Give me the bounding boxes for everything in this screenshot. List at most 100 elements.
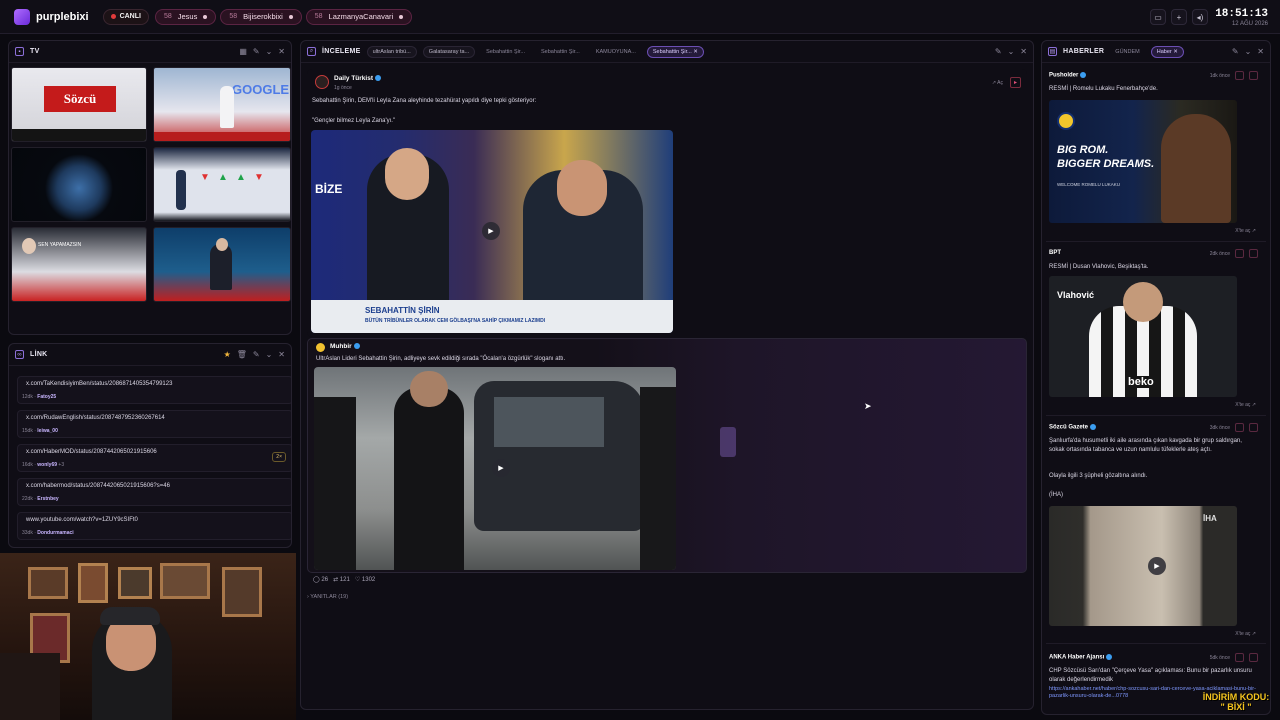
- app-name: purplebixi: [36, 10, 89, 23]
- close-icon[interactable]: ✕: [693, 49, 698, 55]
- chevron-down-icon[interactable]: ⌄: [1008, 47, 1015, 56]
- bell-icon[interactable]: [1235, 653, 1244, 662]
- bookmark-icon[interactable]: [1249, 423, 1258, 432]
- close-icon[interactable]: ✕: [1173, 49, 1178, 55]
- edit-icon[interactable]: ✎: [995, 47, 1002, 56]
- tab[interactable]: ultrAslan tribü...: [366, 45, 417, 58]
- news-source[interactable]: ANKA Haber Ajansı: [1049, 654, 1113, 661]
- tab-gundem[interactable]: GÜNDEM: [1110, 47, 1144, 57]
- link-user[interactable]: Dondurmamaci: [37, 530, 73, 536]
- news-item[interactable]: BPT 2dk önce RESMİ | Dusan Vlahovic, Beş…: [1046, 246, 1266, 416]
- news-image[interactable]: BIG ROM. BIGGER DREAMS. WELCOME ROMELU L…: [1049, 100, 1237, 223]
- link-user[interactable]: wonly69: [37, 462, 57, 468]
- bell-icon[interactable]: [1235, 249, 1244, 258]
- link-url[interactable]: x.com/TaKendisiyimBen/status/20868714053…: [26, 381, 172, 387]
- add-icon[interactable]: +: [1171, 9, 1187, 25]
- link-item[interactable]: x.com/TaKendisiyimBen/status/20868714053…: [17, 376, 291, 404]
- post-video[interactable]: ▶: [314, 367, 676, 570]
- screen-icon[interactable]: ▭: [1150, 9, 1166, 25]
- link-time: 16dk: [22, 462, 33, 468]
- bell-icon[interactable]: [1235, 423, 1244, 432]
- link-item[interactable]: x.com/RudawEnglish/status/20874879523602…: [17, 410, 291, 438]
- close-icon[interactable]: ✕: [1020, 47, 1027, 56]
- news-image[interactable]: İHA ▶: [1049, 506, 1237, 626]
- edit-icon[interactable]: ✎: [253, 350, 260, 359]
- open-on-x-link[interactable]: X'te aç ↗: [1235, 402, 1256, 408]
- trash-icon[interactable]: 🗑: [237, 350, 247, 359]
- link-url[interactable]: x.com/HaberMOD/status/208744206502191560…: [26, 449, 157, 455]
- clock-date: 12 AĞU 2026: [1231, 21, 1268, 27]
- tv-thumb-news[interactable]: [153, 227, 291, 302]
- tv-thumb-earth[interactable]: [11, 147, 147, 222]
- link-time: 12dk: [22, 394, 33, 400]
- close-icon[interactable]: ✕: [278, 47, 285, 56]
- play-icon[interactable]: ▶: [1148, 557, 1166, 575]
- bell-icon[interactable]: [1235, 71, 1244, 80]
- close-icon[interactable]: ✕: [1257, 47, 1264, 56]
- image-sponsor: beko: [1125, 376, 1157, 388]
- tab-haber[interactable]: Haber ✕: [1150, 45, 1184, 58]
- link-user[interactable]: leiwa_00: [37, 428, 58, 434]
- live-badge[interactable]: CANLI: [102, 8, 149, 25]
- edit-icon[interactable]: ✎: [253, 47, 260, 56]
- link-item[interactable]: x.com/HaberMOD/status/208744206502191560…: [17, 444, 291, 472]
- channel-pill-jesus[interactable]: 58 Jesus: [154, 8, 217, 25]
- post-video[interactable]: BİZE SEBAHATTİN ŞİRİN BÜTÜN TRİBÜNLER OL…: [311, 130, 673, 333]
- edit-icon[interactable]: ✎: [1232, 47, 1239, 56]
- reply-icon[interactable]: ◯: [313, 577, 320, 583]
- news-item[interactable]: Sözcü Gazete 3dk önce Şanlıurfa'da husum…: [1046, 420, 1266, 644]
- verified-icon: [1106, 654, 1113, 660]
- chevron-down-icon[interactable]: ⌄: [266, 47, 273, 56]
- like-icon[interactable]: ♡: [355, 577, 360, 583]
- repost-count: 121: [339, 577, 350, 583]
- play-icon[interactable]: ▶: [492, 459, 510, 477]
- tab-active[interactable]: Sebahattin Şir... ✕: [646, 45, 704, 58]
- verified-icon: [1090, 424, 1097, 430]
- bookmark-icon[interactable]: [1249, 653, 1258, 662]
- play-icon[interactable]: ▶: [482, 222, 500, 240]
- news-item[interactable]: Pusholder 1dk önce RESMİ | Romelu Lukaku…: [1046, 68, 1266, 242]
- link-url[interactable]: x.com/RudawEnglish/status/20874879523602…: [26, 415, 165, 421]
- channel-pill-bijiserokbixi[interactable]: 58 Bijiserokbixi: [220, 8, 302, 25]
- tab[interactable]: Sebahattin Şir...: [481, 47, 530, 57]
- discount-code: " BİXİ ": [1220, 702, 1252, 712]
- post-source[interactable]: Daily Türkist: [334, 75, 382, 82]
- tab[interactable]: KAMUOYUNA...: [591, 47, 641, 57]
- tv-thumb-markets[interactable]: ▼ ▲ ▲ ▼: [153, 147, 291, 222]
- chevron-down-icon[interactable]: ⌄: [266, 350, 273, 359]
- tab[interactable]: Galatasaray ta...: [422, 45, 476, 58]
- panel-header: ▪ TV ▦ ✎ ⌄ ✕: [9, 41, 291, 63]
- news-source[interactable]: Pusholder: [1049, 72, 1087, 79]
- bookmark-icon[interactable]: [1249, 71, 1258, 80]
- tv-thumb-studio[interactable]: SEN YAPAMAZSIN: [11, 227, 147, 302]
- bookmark-icon[interactable]: ▸: [1010, 77, 1021, 88]
- channel-pill-lazmanyacanavari[interactable]: 58 LazmanyaCanavari: [305, 8, 413, 25]
- open-link[interactable]: ↗ Aç: [992, 80, 1003, 86]
- link-item[interactable]: x.com/habermod/status/208744206502191560…: [17, 478, 291, 506]
- news-source[interactable]: BPT: [1049, 250, 1061, 256]
- grid-icon[interactable]: ▦: [239, 47, 247, 56]
- open-on-x-link[interactable]: X'te aç ↗: [1235, 631, 1256, 637]
- post-source[interactable]: Muhbir: [330, 343, 360, 350]
- replies-toggle[interactable]: › YANITLAR (19): [307, 594, 348, 600]
- tv-icon: ▪: [15, 47, 24, 56]
- link-url[interactable]: x.com/habermod/status/208744206502191560…: [26, 483, 170, 489]
- bookmark-icon[interactable]: [1249, 249, 1258, 258]
- close-icon[interactable]: ✕: [278, 350, 285, 359]
- news-source[interactable]: Sözcü Gazete: [1049, 424, 1097, 431]
- link-user[interactable]: Erstnbey: [37, 496, 58, 502]
- chevron-down-icon[interactable]: ⌄: [1245, 47, 1252, 56]
- link-url[interactable]: www.youtube.com/watch?v=1ZUY9cSIFt0: [26, 517, 138, 523]
- panel-title: İNCELEME: [322, 48, 361, 55]
- app-logo[interactable]: purplebixi: [14, 8, 89, 25]
- open-on-x-link[interactable]: X'te aç ↗: [1235, 228, 1256, 234]
- link-user[interactable]: Fatoy25: [37, 394, 56, 400]
- tv-thumb-sozcu[interactable]: Sözcü: [11, 67, 147, 142]
- news-image[interactable]: Vlahović beko: [1049, 276, 1237, 397]
- tab[interactable]: Sebahattin Şir...: [536, 47, 585, 57]
- volume-icon[interactable]: ◂): [1192, 9, 1208, 25]
- link-item[interactable]: www.youtube.com/watch?v=1ZUY9cSIFt0 33dk…: [17, 512, 291, 540]
- repost-icon[interactable]: ⇄: [333, 577, 338, 583]
- tv-thumb-google[interactable]: GOOGLE: [153, 67, 291, 142]
- star-icon[interactable]: ★: [224, 350, 231, 359]
